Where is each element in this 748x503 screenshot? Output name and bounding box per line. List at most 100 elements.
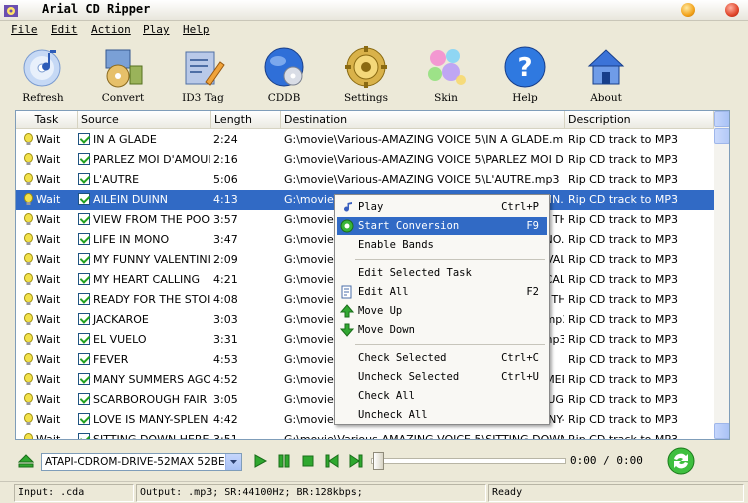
cddb-button[interactable]: CDDB [256, 40, 312, 106]
status-bulb-icon [24, 273, 33, 285]
status-bar: Input: .cda Output: .mp3; SR:44100Hz; BR… [0, 481, 748, 503]
skin-button[interactable]: Skin [418, 40, 474, 106]
track-checkbox[interactable] [78, 333, 90, 345]
scroll-thumb[interactable] [714, 128, 729, 144]
scroll-down-button[interactable] [714, 423, 729, 439]
close-button[interactable] [725, 3, 739, 17]
context-menu-item-play[interactable]: Play Ctrl+P [337, 198, 547, 216]
status-bulb-icon [24, 293, 33, 305]
play-icon[interactable] [252, 453, 268, 469]
track-checkbox[interactable] [78, 353, 90, 365]
table-row[interactable]: Wait PARLEZ MOI D'AMOUR 2:16 G:\movie\Vario… [16, 150, 714, 170]
context-menu-item-edit-selected-task[interactable]: Edit Selected Task [337, 264, 547, 282]
source-title: SCARBOROUGH FAIR [93, 393, 208, 406]
description-cell: Rip CD track to MP3 [568, 213, 678, 226]
track-checkbox[interactable] [78, 233, 90, 245]
context-menu-item-check-selected[interactable]: Check Selected Ctrl+C [337, 349, 547, 367]
seek-slider-thumb[interactable] [373, 452, 384, 470]
source-cell: MY FUNNY VALENTINI [78, 250, 210, 270]
menu-item-label: Start Conversion [358, 220, 460, 232]
context-menu-item-uncheck-selected[interactable]: Uncheck Selected Ctrl+U [337, 368, 547, 386]
task-cell: Wait [24, 150, 80, 170]
refresh-button[interactable]: Refresh [15, 40, 71, 106]
source-cell: SCARBOROUGH FAIR [78, 390, 210, 410]
track-checkbox[interactable] [78, 293, 90, 305]
source-cell: IN A GLADE [78, 130, 210, 150]
table-row[interactable]: Wait IN A GLADE 2:24 G:\movie\Various-AMAZI… [16, 130, 714, 150]
task-cell: Wait [24, 410, 80, 430]
menu-item-shortcut: F9 [526, 220, 539, 232]
menu-action[interactable]: Action [91, 23, 131, 36]
column-header-source[interactable]: Source [78, 111, 211, 129]
context-menu-item-move-up[interactable]: Move Up [337, 302, 547, 320]
track-checkbox[interactable] [78, 153, 90, 165]
menu-file[interactable]: File [11, 23, 38, 36]
seek-track[interactable] [371, 458, 566, 464]
scroll-up-button[interactable] [714, 111, 729, 127]
description-cell: Rip CD track to MP3 [568, 333, 678, 346]
column-header-length[interactable]: Length [211, 111, 281, 129]
track-checkbox[interactable] [78, 273, 90, 285]
length-cell: 3:31 [213, 333, 238, 346]
track-checkbox[interactable] [78, 173, 90, 185]
context-menu-item-uncheck-all[interactable]: Uncheck All [337, 406, 547, 424]
column-header-description[interactable]: Description [565, 111, 714, 129]
context-menu-item-check-all[interactable]: Check All [337, 387, 547, 405]
track-checkbox[interactable] [78, 413, 90, 425]
length-cell: 3:47 [213, 233, 238, 246]
convert-button[interactable]: Convert [95, 40, 151, 106]
previous-track-icon[interactable] [324, 453, 340, 469]
destination-cell: G:\movie\Various-AMAZING VOICE 5\IN A GL… [284, 133, 564, 146]
vertical-scrollbar[interactable] [714, 111, 729, 439]
pause-icon[interactable] [276, 453, 292, 469]
track-checkbox[interactable] [78, 313, 90, 325]
about-button[interactable]: About [578, 40, 634, 106]
list-header: Task Source Length Destination Descripti… [16, 111, 714, 129]
column-header-destination[interactable]: Destination [281, 111, 565, 129]
source-cell: MANY SUMMERS AGO [78, 370, 210, 390]
minimize-button[interactable] [681, 3, 695, 17]
description-cell: Rip CD track to MP3 [568, 253, 678, 266]
task-status: Wait [36, 193, 61, 206]
toolbar-label: Skin [434, 92, 458, 104]
context-menu-item-start-conversion[interactable]: Start Conversion F9 [337, 217, 547, 235]
task-status: Wait [36, 253, 61, 266]
table-row[interactable]: Wait SITTING DOWN HERE 3:51 G:\movie\Variou… [16, 430, 714, 440]
menu-help[interactable]: Help [183, 23, 210, 36]
context-menu-item-edit-all[interactable]: Edit All F2 [337, 283, 547, 301]
track-checkbox[interactable] [78, 253, 90, 265]
menu-separator [355, 259, 545, 260]
length-cell: 3:51 [213, 433, 238, 440]
chevron-down-icon[interactable] [225, 454, 241, 470]
track-checkbox[interactable] [78, 373, 90, 385]
task-status: Wait [36, 133, 61, 146]
eject-icon[interactable] [18, 454, 34, 468]
track-checkbox[interactable] [78, 193, 90, 205]
settings-button[interactable]: Settings [336, 40, 396, 106]
convert-icon [105, 49, 143, 88]
column-header-task[interactable]: Task [16, 111, 78, 129]
help-button[interactable]: ? Help [497, 40, 553, 106]
track-checkbox[interactable] [78, 433, 90, 439]
table-row[interactable]: Wait L'AUTRE 5:06 G:\movie\Various-AMAZING … [16, 170, 714, 190]
status-bulb-icon [24, 153, 33, 165]
track-checkbox[interactable] [78, 133, 90, 145]
menu-play[interactable]: Play [143, 23, 170, 36]
convert-gear-icon [340, 219, 354, 233]
next-track-icon[interactable] [348, 453, 364, 469]
track-checkbox[interactable] [78, 393, 90, 405]
length-cell: 4:53 [213, 353, 238, 366]
id3-tag-icon [185, 51, 225, 86]
task-cell: Wait [24, 170, 80, 190]
drive-select[interactable]: ATAPI-CDROM-DRIVE-52MAX 52BE [41, 453, 242, 471]
id3-tag-button[interactable]: ID3 Tag [175, 40, 231, 106]
refresh-arrows-icon[interactable] [666, 447, 696, 475]
context-menu-item-move-down[interactable]: Move Down [337, 321, 547, 339]
stop-icon[interactable] [300, 453, 316, 469]
context-menu: Play Ctrl+P Start Conversion F9 Enable Bands… [334, 194, 550, 425]
task-cell: Wait [24, 290, 80, 310]
context-menu-item-enable-bands[interactable]: Enable Bands [337, 236, 547, 254]
menu-edit[interactable]: Edit [51, 23, 78, 36]
track-checkbox[interactable] [78, 213, 90, 225]
task-cell: Wait [24, 190, 80, 210]
